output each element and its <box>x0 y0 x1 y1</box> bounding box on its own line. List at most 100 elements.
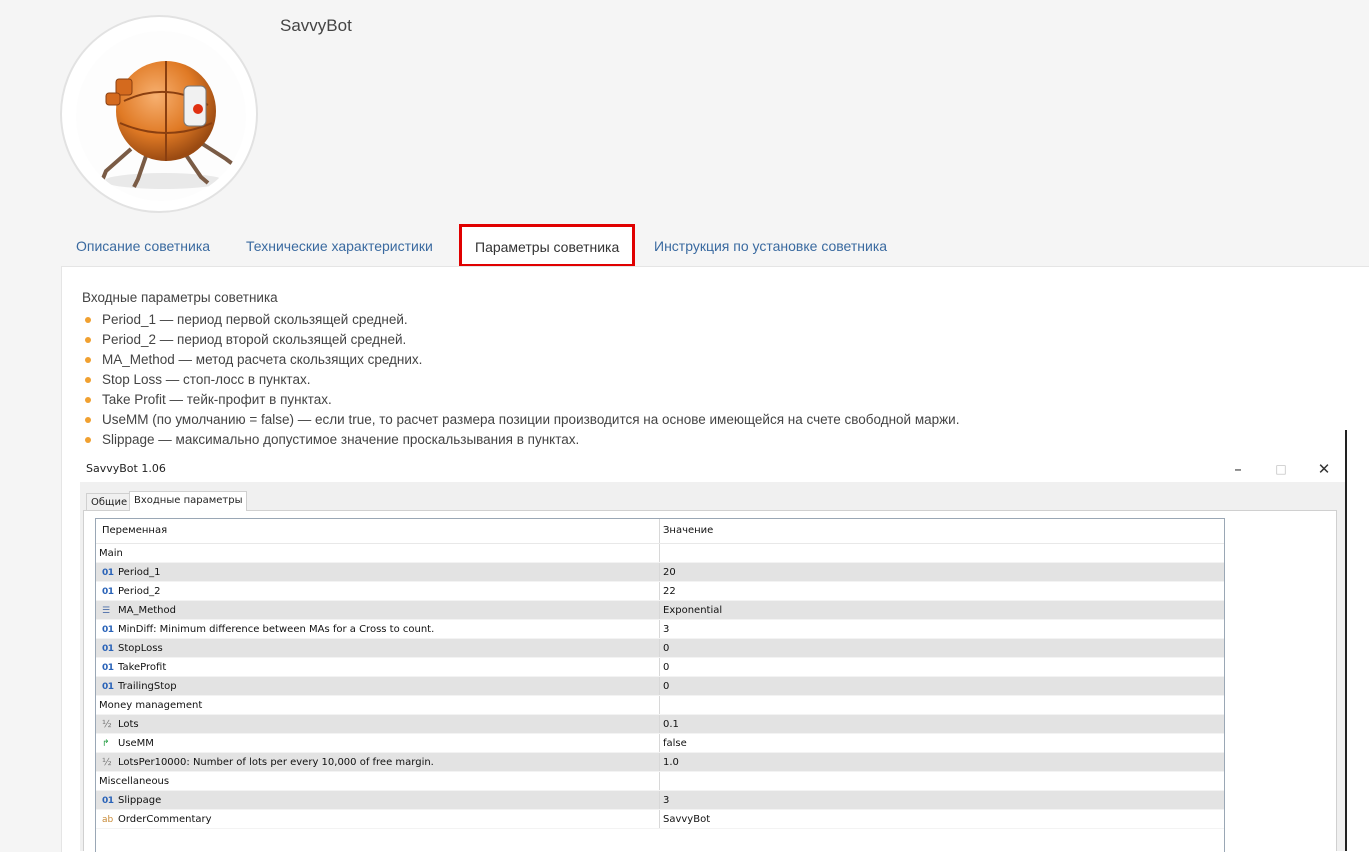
table-row[interactable]: ½ LotsPer10000: Number of lots per every … <box>96 753 1224 772</box>
dialog-panel: Переменная Значение Main 01 Period_1 20 01 Pe… <box>83 510 1337 852</box>
variable-name: LotsPer10000: Number of lots per every 1… <box>118 757 434 768</box>
variable-name: MA_Method <box>118 605 176 616</box>
bullet-icon <box>85 377 91 383</box>
page-edge-line <box>1345 430 1347 851</box>
int-type-icon: 01 <box>102 682 114 692</box>
robot-avatar-image <box>100 61 236 189</box>
tab-inputs[interactable]: Входные параметры <box>129 491 248 511</box>
tab-installation[interactable]: Инструкция по установке советника <box>654 222 887 267</box>
group-row[interactable]: Miscellaneous <box>96 772 1224 791</box>
table-row[interactable]: 01 TakeProfit 0 <box>96 658 1224 677</box>
double-type-icon: ½ <box>102 719 112 730</box>
table-row[interactable]: 01 MinDiff: Minimum difference between MA… <box>96 620 1224 639</box>
variable-name: UseMM <box>118 738 154 749</box>
param-list: Period_1 — период первой скользящей сред… <box>82 310 959 450</box>
maximize-icon[interactable]: □ <box>1267 458 1295 480</box>
params-title: Входные параметры советника <box>82 290 278 305</box>
variable-cell: ☰ MA_Method <box>96 601 660 619</box>
value-cell[interactable]: 0.1 <box>660 715 1224 733</box>
variable-name: Main <box>99 548 123 559</box>
avatar <box>76 31 246 201</box>
dialog-titlebar: SavvyBot 1.06 – □ ✕ <box>80 456 1346 482</box>
value-cell <box>660 772 1224 790</box>
table-row[interactable]: 01 Period_1 20 <box>96 563 1224 582</box>
bool-type-icon: ↱ <box>102 739 110 749</box>
minimize-icon[interactable]: – <box>1224 458 1252 480</box>
list-item: MA_Method — метод расчета скользящих сре… <box>82 350 959 370</box>
variable-name: OrderCommentary <box>118 814 212 825</box>
list-item: Slippage — максимально допустимое значен… <box>82 430 959 450</box>
tab-parameters[interactable]: Параметры советника <box>459 224 636 267</box>
variable-cell: 01 Period_2 <box>96 582 660 600</box>
variable-cell: ½ Lots <box>96 715 660 733</box>
variable-cell: Main <box>96 544 660 562</box>
variable-name: Period_1 <box>118 567 161 578</box>
bullet-icon <box>85 357 91 363</box>
value-cell[interactable]: 20 <box>660 563 1224 581</box>
value-cell[interactable]: false <box>660 734 1224 752</box>
variable-name: Miscellaneous <box>99 776 170 787</box>
variable-cell: 01 TakeProfit <box>96 658 660 676</box>
table-header: Переменная Значение <box>96 519 1224 544</box>
value-cell[interactable]: 0 <box>660 658 1224 676</box>
int-type-icon: 01 <box>102 625 114 635</box>
bullet-icon <box>85 337 91 343</box>
table-row[interactable]: 01 Slippage 3 <box>96 791 1224 810</box>
tab-specifications[interactable]: Технические характеристики <box>246 222 433 267</box>
group-row[interactable]: Money management <box>96 696 1224 715</box>
table-row[interactable]: 01 StopLoss 0 <box>96 639 1224 658</box>
list-item: Stop Loss — стоп-лосс в пунктах. <box>82 370 959 390</box>
value-cell[interactable]: SavvyBot <box>660 810 1224 828</box>
column-header-value: Значение <box>663 525 714 536</box>
table-row[interactable]: ☰ MA_Method Exponential <box>96 601 1224 620</box>
variable-cell: ½ LotsPer10000: Number of lots per every … <box>96 753 660 771</box>
tab-common[interactable]: Общие <box>86 493 133 511</box>
list-item: UseMM (по умолчанию = false) — если true… <box>82 410 959 430</box>
value-cell[interactable]: 3 <box>660 620 1224 638</box>
variable-name: Period_2 <box>118 586 161 597</box>
group-row[interactable]: Main <box>96 544 1224 563</box>
variable-cell: 01 Period_1 <box>96 563 660 581</box>
enum-type-icon: ☰ <box>102 606 111 616</box>
variable-cell: 01 StopLoss <box>96 639 660 657</box>
value-cell[interactable]: Exponential <box>660 601 1224 619</box>
list-item: Period_2 — период второй скользящей сред… <box>82 330 959 350</box>
table-row[interactable]: ½ Lots 0.1 <box>96 715 1224 734</box>
value-cell[interactable]: 0 <box>660 639 1224 657</box>
table-row[interactable]: 01 TrailingStop 0 <box>96 677 1224 696</box>
int-type-icon: 01 <box>102 796 114 806</box>
string-type-icon: ab <box>102 815 114 825</box>
bullet-icon <box>85 317 91 323</box>
variable-cell: 01 TrailingStop <box>96 677 660 695</box>
close-icon[interactable]: ✕ <box>1310 458 1338 480</box>
variable-cell: 01 MinDiff: Minimum difference between MA… <box>96 620 660 638</box>
variable-cell: Miscellaneous <box>96 772 660 790</box>
double-type-icon: ½ <box>102 757 112 768</box>
bot-name: SavvyBot <box>280 16 352 35</box>
variable-cell: 01 Slippage <box>96 791 660 809</box>
int-type-icon: 01 <box>102 663 114 673</box>
int-type-icon: 01 <box>102 644 114 654</box>
inputs-table: Переменная Значение Main 01 Period_1 20 01 Pe… <box>95 518 1225 852</box>
variable-cell: ↱ UseMM <box>96 734 660 752</box>
variable-name: MinDiff: Minimum difference between MAs … <box>118 624 435 635</box>
bullet-icon <box>85 417 91 423</box>
tab-description[interactable]: Описание советника <box>76 222 210 267</box>
variable-name: Lots <box>118 719 139 730</box>
table-row[interactable]: 01 Period_2 22 <box>96 582 1224 601</box>
variable-name: Money management <box>99 700 203 711</box>
column-header-variable: Переменная <box>96 519 660 543</box>
variable-name: TrailingStop <box>118 681 177 692</box>
int-type-icon: 01 <box>102 587 114 597</box>
value-cell[interactable]: 0 <box>660 677 1224 695</box>
dialog-title: SavvyBot 1.06 <box>86 462 166 475</box>
value-cell <box>660 696 1224 714</box>
value-cell[interactable]: 22 <box>660 582 1224 600</box>
table-row[interactable]: ab OrderCommentary SavvyBot <box>96 810 1224 829</box>
variable-name: StopLoss <box>118 643 163 654</box>
value-cell <box>660 544 1224 562</box>
variable-name: TakeProfit <box>118 662 167 673</box>
value-cell[interactable]: 3 <box>660 791 1224 809</box>
value-cell[interactable]: 1.0 <box>660 753 1224 771</box>
table-row[interactable]: ↱ UseMM false <box>96 734 1224 753</box>
